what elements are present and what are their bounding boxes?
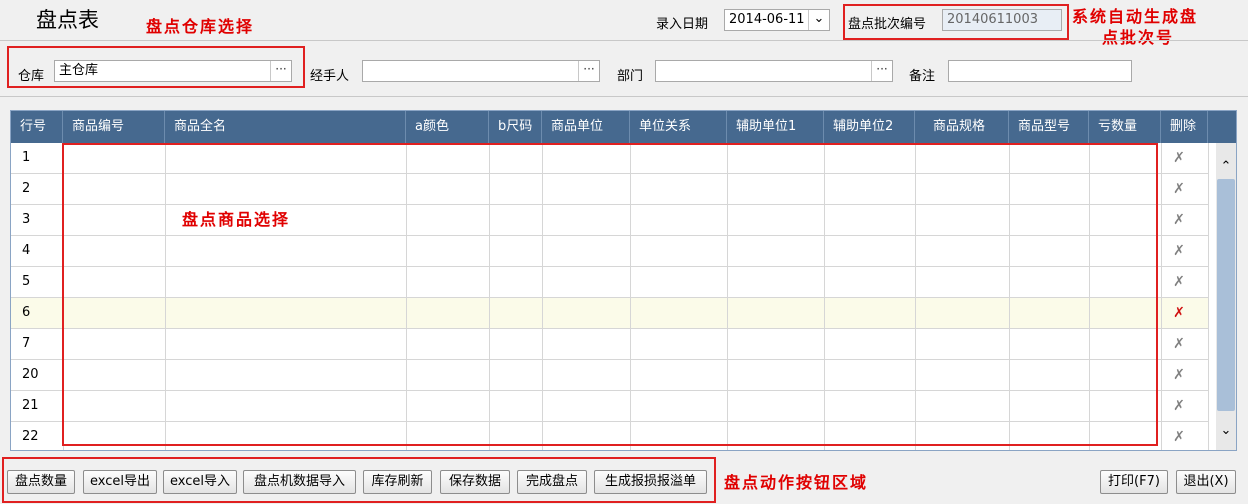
- row-number: 6: [22, 305, 31, 320]
- vertical-scrollbar[interactable]: ⌃ ⌄: [1216, 143, 1236, 450]
- save-data-button[interactable]: 保存数据: [440, 470, 510, 494]
- date-label: 录入日期: [656, 17, 709, 32]
- warehouse-value: 主仓库: [59, 63, 99, 78]
- form-divider: [0, 96, 1248, 97]
- annotation-goods-select: 盘点商品选择: [182, 210, 291, 229]
- ellipsis-icon[interactable]: ···: [578, 61, 599, 81]
- column-divider: [1161, 143, 1162, 450]
- delete-icon[interactable]: ✗: [1169, 329, 1189, 359]
- row-number: 7: [22, 336, 31, 351]
- date-value: 2014-06-11: [729, 12, 805, 27]
- column-header-loss-qty[interactable]: 亏数量: [1089, 111, 1161, 143]
- chevron-up-icon[interactable]: ⌃: [1216, 157, 1236, 177]
- column-header-aux-unit-1[interactable]: 辅助单位1: [727, 111, 824, 143]
- count-qty-button[interactable]: 盘点数量: [7, 470, 75, 494]
- dept-label: 部门: [617, 69, 644, 84]
- column-header-fullname[interactable]: 商品全名: [165, 111, 406, 143]
- row-number: 2: [22, 181, 31, 196]
- scrollbar-thumb[interactable]: [1217, 179, 1235, 411]
- exit-button[interactable]: 退出(X): [1176, 470, 1236, 494]
- goods-highlight-box: [62, 143, 1158, 446]
- stock-refresh-button[interactable]: 库存刷新: [363, 470, 432, 494]
- excel-export-button[interactable]: excel导出: [83, 470, 157, 494]
- header-divider: [0, 40, 1248, 41]
- batch-number-field: 20140611003: [942, 9, 1062, 31]
- column-divider: [1208, 143, 1209, 450]
- column-header-unit[interactable]: 商品单位: [542, 111, 630, 143]
- column-header-spec[interactable]: 商品规格: [915, 111, 1009, 143]
- column-header-code[interactable]: 商品编号: [63, 111, 165, 143]
- remark-field[interactable]: [948, 60, 1132, 82]
- row-number: 5: [22, 274, 31, 289]
- delete-icon[interactable]: ✗: [1169, 298, 1189, 328]
- delete-icon[interactable]: ✗: [1169, 205, 1189, 235]
- dept-field[interactable]: ···: [655, 60, 893, 82]
- device-import-button[interactable]: 盘点机数据导入: [243, 470, 356, 494]
- column-header-size[interactable]: b尺码: [489, 111, 542, 143]
- delete-icon[interactable]: ✗: [1169, 267, 1189, 297]
- column-header-row-no[interactable]: 行号: [11, 111, 63, 143]
- ellipsis-icon[interactable]: ···: [871, 61, 892, 81]
- generate-report-button[interactable]: 生成报损报溢单: [594, 470, 707, 494]
- row-number: 1: [22, 150, 31, 165]
- delete-icon[interactable]: ✗: [1169, 236, 1189, 266]
- chevron-down-icon[interactable]: ⌄: [1216, 421, 1236, 441]
- ellipsis-icon[interactable]: ···: [270, 61, 291, 81]
- row-number: 4: [22, 243, 31, 258]
- batch-label: 盘点批次编号: [848, 17, 927, 32]
- table-header: 行号 商品编号 商品全名 a颜色 b尺码 商品单位 单位关系 辅助单位1 辅助单…: [11, 111, 1236, 143]
- delete-icon[interactable]: ✗: [1169, 422, 1189, 450]
- page-title: 盘点表: [36, 8, 99, 32]
- row-number: 20: [22, 367, 39, 382]
- annotation-batch-auto-2: 点批次号: [1102, 28, 1175, 47]
- annotation-batch-auto-1: 系统自动生成盘: [1072, 7, 1199, 26]
- delete-icon[interactable]: ✗: [1169, 143, 1189, 173]
- row-number: 21: [22, 398, 39, 413]
- column-header-model[interactable]: 商品型号: [1009, 111, 1089, 143]
- print-button[interactable]: 打印(F7): [1100, 470, 1168, 494]
- handler-field[interactable]: ···: [362, 60, 600, 82]
- row-number: 22: [22, 429, 39, 444]
- finish-count-button[interactable]: 完成盘点: [517, 470, 587, 494]
- column-header-color[interactable]: a颜色: [406, 111, 489, 143]
- delete-icon[interactable]: ✗: [1169, 391, 1189, 421]
- column-header-delete[interactable]: 删除: [1161, 111, 1208, 143]
- delete-icon[interactable]: ✗: [1169, 174, 1189, 204]
- column-header-unit-relation[interactable]: 单位关系: [630, 111, 727, 143]
- row-number: 3: [22, 212, 31, 227]
- chevron-down-icon[interactable]: ⌄: [808, 10, 829, 30]
- excel-import-button[interactable]: excel导入: [163, 470, 237, 494]
- annotation-action-area: 盘点动作按钮区域: [724, 473, 869, 492]
- date-field[interactable]: 2014-06-11 ⌄: [724, 9, 830, 31]
- remark-label: 备注: [909, 69, 936, 84]
- handler-label: 经手人: [310, 69, 350, 84]
- warehouse-field[interactable]: 主仓库 ···: [54, 60, 292, 82]
- annotation-warehouse-select: 盘点仓库选择: [146, 17, 255, 36]
- warehouse-label: 仓库: [18, 69, 45, 84]
- delete-icon[interactable]: ✗: [1169, 360, 1189, 390]
- column-header-aux-unit-2[interactable]: 辅助单位2: [824, 111, 915, 143]
